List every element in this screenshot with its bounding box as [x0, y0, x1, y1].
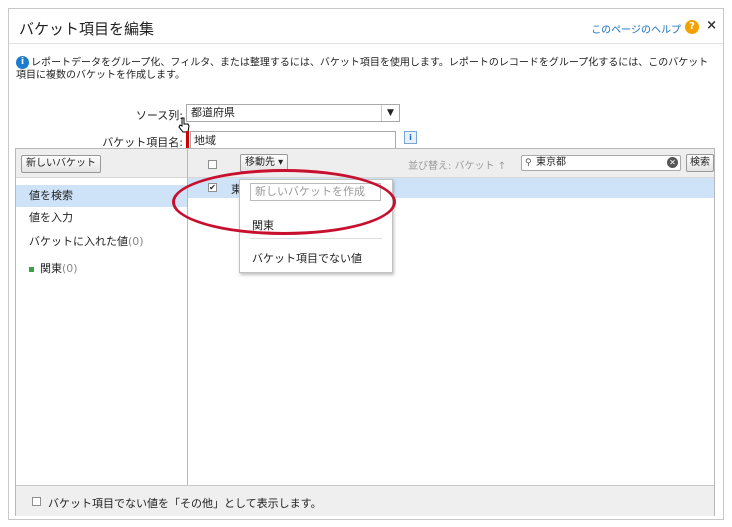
nav-label: 値を検索 [29, 189, 73, 202]
nav-count: (0) [128, 235, 144, 248]
nav-bucket-kanto[interactable]: 関東(0) [16, 258, 187, 280]
close-icon[interactable]: × [706, 18, 717, 33]
move-to-button[interactable]: 移動先 ▾ [240, 154, 289, 172]
chevron-down-icon[interactable]: ▼ [381, 105, 399, 121]
bucket-color-icon [29, 266, 34, 272]
info-icon: i [16, 56, 29, 69]
source-column-value: 都道府県 [191, 106, 235, 119]
clear-search-icon[interactable]: ✕ [667, 157, 678, 168]
menu-item-unbucketed[interactable]: バケット項目でない値 [252, 250, 362, 266]
select-all-checkbox[interactable] [208, 160, 217, 169]
show-other-checkbox[interactable] [32, 497, 41, 506]
new-bucket-input[interactable]: 新しいバケットを作成 [250, 183, 381, 201]
source-column-label: ソース列: [135, 109, 183, 122]
info-icon[interactable]: i [404, 131, 417, 144]
nav-count: (0) [62, 262, 78, 275]
search-input[interactable]: ⚲ 東京都 ✕ [521, 155, 681, 171]
menu-item-kanto[interactable]: 関東 [252, 217, 274, 233]
search-button[interactable]: 検索 [686, 154, 714, 172]
search-value: 東京都 [536, 157, 566, 168]
dialog-title: バケット項目を編集 [19, 20, 155, 38]
help-link[interactable]: このページのヘルプ [591, 21, 681, 36]
right-toolbar: 移動先 ▾ 並び替え: バケット ↑ ⚲ 東京都 ✕ 検索 [188, 149, 714, 178]
info-text: レポートデータをグループ化、フィルタ、または整理するには、バケット項目を使用しま… [16, 57, 709, 81]
menu-divider [250, 238, 382, 239]
info-message: i レポートデータをグループ化、フィルタ、または整理するには、バケット項目を使用し… [16, 56, 711, 82]
left-toolbar: 新しいバケット [16, 149, 187, 178]
nav-label: バケットに入れた値 [29, 235, 128, 248]
row-checkbox[interactable]: ✔ [208, 183, 217, 192]
nav-enter-values[interactable]: 値を入力 [16, 207, 187, 229]
source-column-select[interactable]: 都道府県 ▼ [186, 104, 400, 122]
help-icon[interactable]: ? [685, 20, 699, 34]
nav-label: 値を入力 [29, 211, 73, 224]
move-to-dropdown-menu: 新しいバケットを作成 関東 バケット項目でない値 [239, 179, 393, 273]
footer-bar: バケット項目でない値を「その他」として表示します。 [16, 485, 714, 516]
show-other-label: バケット項目でない値を「その他」として表示します。 [48, 497, 322, 510]
dialog-titlebar: バケット項目を編集 このページのヘルプ ? × [9, 9, 723, 44]
nav-label: 関東 [40, 262, 62, 275]
nav-find-values[interactable]: 値を検索 [16, 185, 187, 207]
search-icon: ⚲ [525, 158, 532, 168]
sort-label: 並び替え: バケット ↑ [408, 161, 507, 172]
nav-bucketed-values[interactable]: バケットに入れた値(0) [16, 231, 187, 253]
new-bucket-button[interactable]: 新しいバケット [21, 155, 101, 173]
bucket-list-column: 新しいバケット 値を検索 値を入力 バケットに入れた値(0) 関東(0) [16, 149, 188, 485]
